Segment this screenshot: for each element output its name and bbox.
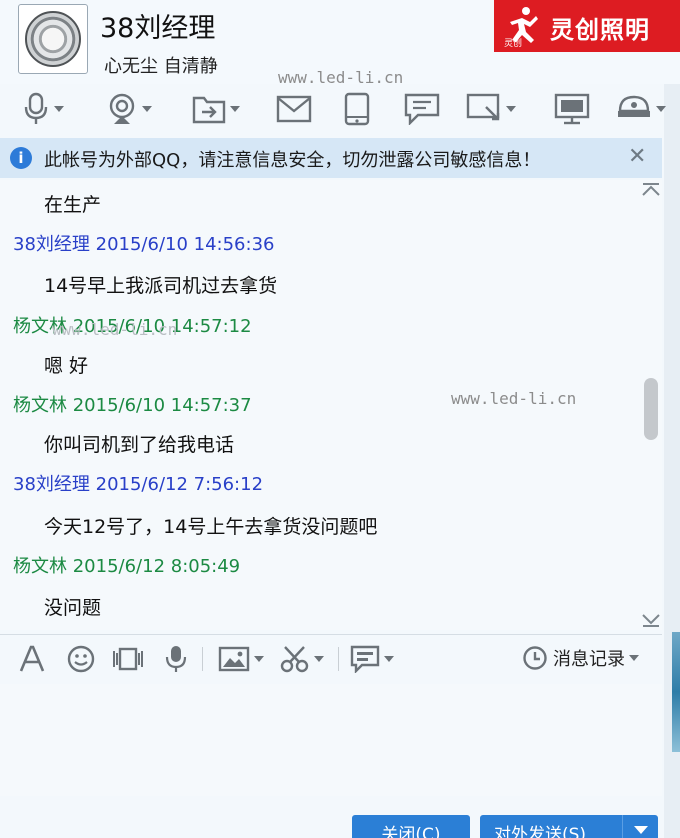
microphone-icon <box>24 92 48 124</box>
chevron-down-icon[interactable] <box>506 106 516 112</box>
avatar[interactable] <box>18 4 88 74</box>
remote-assist-icon <box>466 93 500 121</box>
microphone-icon <box>165 646 187 672</box>
contact-signature: 心无尘 自清静 <box>104 56 218 77</box>
app-button[interactable] <box>616 90 666 128</box>
screen-share-button[interactable] <box>554 90 590 128</box>
message-sender: 38刘经理 2015/6/12 7:56:12 <box>13 474 264 495</box>
image-icon <box>218 646 250 672</box>
divider <box>202 647 203 671</box>
message-text: 嗯 好 <box>44 355 89 377</box>
chat-toolbar <box>0 88 680 132</box>
watermark: www.led-li.cn <box>451 389 577 408</box>
chevron-down-icon[interactable] <box>142 106 152 112</box>
scroll-up-icon[interactable] <box>640 182 662 198</box>
emoji-button[interactable] <box>66 643 96 675</box>
divider <box>338 647 339 671</box>
security-notice: i 此帐号为外部QQ，请注意信息安全，切勿泄露公司敏感信息！ ✕ <box>0 138 662 178</box>
message-sender: 杨文林 2015/6/10 14:57:37 <box>13 395 252 416</box>
message-text: 今天12号了，14号上午去拿货没问题吧 <box>44 516 378 538</box>
chat-header: 38刘经理 心无尘 自清静 www.led-li.cn 灵创 灵创照明 <box>0 0 680 87</box>
chevron-down-icon[interactable] <box>54 106 64 112</box>
voice-message-button[interactable] <box>164 643 188 675</box>
send-options-button[interactable] <box>622 815 658 838</box>
contact-name[interactable]: 38刘经理 <box>100 6 215 45</box>
font-icon <box>19 645 45 672</box>
video-button[interactable] <box>106 90 152 128</box>
shake-button[interactable] <box>110 643 146 675</box>
chevron-down-icon <box>633 826 648 834</box>
message-icon <box>404 93 440 125</box>
notice-text: 此帐号为外部QQ，请注意信息安全，切勿泄露公司敏感信息！ <box>44 150 541 171</box>
chevron-down-icon[interactable] <box>384 656 394 662</box>
image-button[interactable] <box>218 643 264 675</box>
app-icon <box>618 95 650 117</box>
info-icon: i <box>10 147 32 169</box>
message-text: 没问题 <box>44 597 102 619</box>
brand-small-text: 灵创 <box>504 39 523 49</box>
chevron-down-icon[interactable] <box>629 655 639 661</box>
shake-window-icon <box>113 647 143 671</box>
message-icon <box>350 645 380 673</box>
more-button[interactable] <box>350 643 394 675</box>
brand-logo: 灵创 灵创照明 <box>494 0 680 52</box>
message-text: 在生产 <box>44 194 102 216</box>
mail-button[interactable] <box>276 90 312 128</box>
background-strip <box>672 632 680 752</box>
voice-button[interactable] <box>22 90 64 128</box>
watermark: www.led-li.cn <box>52 320 178 339</box>
close-button-label: 关闭(C) <box>381 825 441 838</box>
file-button[interactable] <box>192 90 240 128</box>
message-sender: 杨文林 2015/6/12 8:05:49 <box>13 556 241 577</box>
chevron-down-icon[interactable] <box>254 656 264 662</box>
mail-icon <box>276 95 312 123</box>
message-button[interactable] <box>404 90 440 128</box>
message-input[interactable] <box>0 684 662 796</box>
message-text: 你叫司机到了给我电话 <box>44 434 235 456</box>
chevron-down-icon[interactable] <box>656 106 666 112</box>
close-icon[interactable]: ✕ <box>628 144 646 169</box>
message-sender: 38刘经理 2015/6/10 14:56:36 <box>13 234 275 255</box>
watermark: www.led-li.cn <box>278 68 404 87</box>
scrollbar-thumb[interactable] <box>644 378 658 440</box>
screenshot-button[interactable] <box>280 643 324 675</box>
history-button[interactable]: 消息记录 <box>522 645 639 671</box>
avatar-image <box>25 11 81 67</box>
send-button[interactable]: 对外发送(S) <box>480 815 658 838</box>
clock-icon <box>523 646 547 670</box>
screen-share-icon <box>554 93 590 125</box>
scroll-down-icon[interactable] <box>640 612 662 628</box>
chevron-down-icon[interactable] <box>314 656 324 662</box>
chevron-down-icon[interactable] <box>230 106 240 112</box>
send-button-label: 对外发送(S) <box>494 825 587 838</box>
emoji-icon <box>67 645 95 673</box>
video-call-icon <box>109 93 135 124</box>
scissors-icon <box>280 646 309 673</box>
history-label: 消息记录 <box>553 649 625 670</box>
close-button[interactable]: 关闭(C) <box>352 815 470 838</box>
mobile-icon <box>344 92 370 126</box>
brand-text: 灵创照明 <box>550 16 650 44</box>
mobile-button[interactable] <box>344 90 370 128</box>
file-transfer-icon <box>192 96 226 124</box>
font-button[interactable] <box>18 643 46 675</box>
message-text: 14号早上我派司机过去拿货 <box>44 275 278 297</box>
input-toolbar: 消息记录 <box>0 634 662 684</box>
remote-assist-button[interactable] <box>466 90 516 128</box>
